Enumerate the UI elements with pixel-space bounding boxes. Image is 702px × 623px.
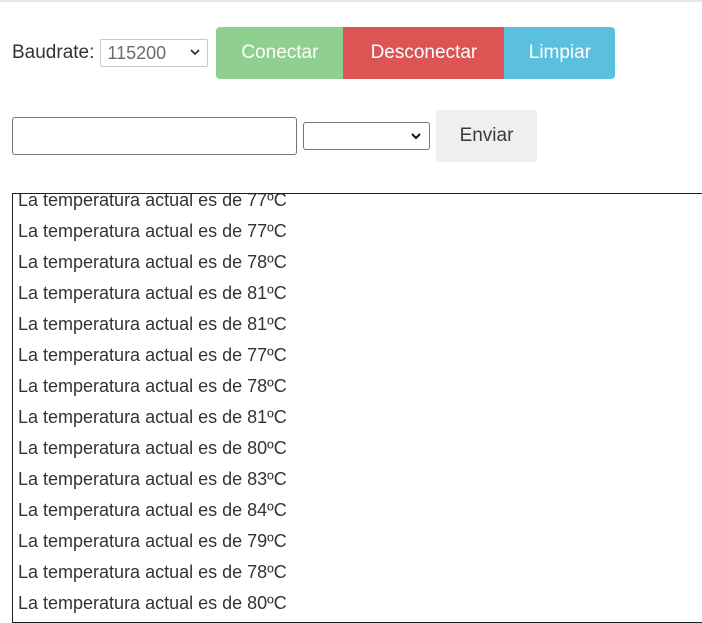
- log-line: La temperatura actual es de 77ºC: [18, 345, 287, 365]
- log-line: La temperatura actual es de 78ºC: [18, 562, 287, 582]
- log-line: La temperatura actual es de 79ºC: [18, 531, 287, 551]
- log-line: La temperatura actual es de 78ºC: [18, 376, 287, 396]
- log-line: La temperatura actual es de 83ºC: [18, 469, 287, 489]
- chevron-down-icon: [190, 49, 201, 56]
- log-line: La temperatura actual es de 77ºC: [18, 619, 287, 622]
- serial-log[interactable]: La temperatura actual es de 77ºC La tempe…: [12, 193, 702, 623]
- line-ending-select[interactable]: [303, 122, 430, 150]
- send-button[interactable]: Enviar: [436, 110, 537, 162]
- clear-button[interactable]: Limpiar: [504, 27, 616, 79]
- baudrate-value: 115200: [107, 42, 167, 63]
- log-line: La temperatura actual es de 80ºC: [18, 593, 287, 613]
- top-divider: [0, 0, 702, 2]
- log-line: La temperatura actual es de 77ºC: [18, 193, 287, 210]
- message-input[interactable]: [12, 117, 297, 155]
- baudrate-select[interactable]: 115200: [100, 39, 209, 67]
- log-line: La temperatura actual es de 78ºC: [18, 252, 287, 272]
- log-line: La temperatura actual es de 81ºC: [18, 283, 287, 303]
- chevron-down-icon: [411, 133, 421, 140]
- serial-log-lines: La temperatura actual es de 77ºC La tempe…: [18, 193, 287, 622]
- log-line: La temperatura actual es de 77ºC: [18, 221, 287, 241]
- disconnect-button[interactable]: Desconectar: [343, 27, 505, 79]
- baudrate-label: Baudrate:: [12, 42, 95, 63]
- log-line: La temperatura actual es de 81ºC: [18, 314, 287, 334]
- log-line: La temperatura actual es de 84ºC: [18, 500, 287, 520]
- log-line: La temperatura actual es de 81ºC: [18, 407, 287, 427]
- connect-button[interactable]: Conectar: [216, 27, 344, 79]
- log-line: La temperatura actual es de 80ºC: [18, 438, 287, 458]
- connection-toolbar: Baudrate: 115200 Conectar Desconectar Li…: [12, 27, 616, 79]
- send-toolbar: Enviar: [12, 110, 537, 162]
